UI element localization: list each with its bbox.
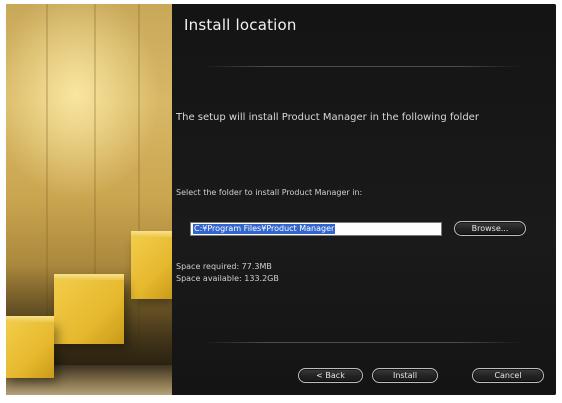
back-button[interactable]: < Back [298, 368, 363, 383]
install-path-value: C:¥Program Files¥Product Manager [193, 224, 336, 234]
folder-label: Select the folder to install Product Man… [176, 188, 363, 197]
space-required: Space required: 77.3MB [176, 262, 272, 271]
header-divider [202, 66, 522, 67]
cancel-button[interactable]: Cancel [472, 368, 544, 383]
content-panel: Install location The setup will install … [172, 4, 556, 395]
space-available: Space available: 133.2GB [176, 274, 279, 283]
install-path-input[interactable]: C:¥Program Files¥Product Manager [190, 222, 442, 236]
page-title: Install location [184, 16, 297, 34]
install-button[interactable]: Install [372, 368, 438, 383]
yellow-cube [6, 316, 54, 378]
intro-text: The setup will install Product Manager i… [176, 112, 479, 123]
yellow-cube [131, 231, 172, 299]
yellow-cube [54, 274, 124, 344]
decorative-cubes-image [6, 4, 172, 395]
footer-divider [202, 342, 522, 343]
installer-window: Install location The setup will install … [6, 4, 556, 395]
browse-button[interactable]: Browse... [454, 221, 526, 236]
